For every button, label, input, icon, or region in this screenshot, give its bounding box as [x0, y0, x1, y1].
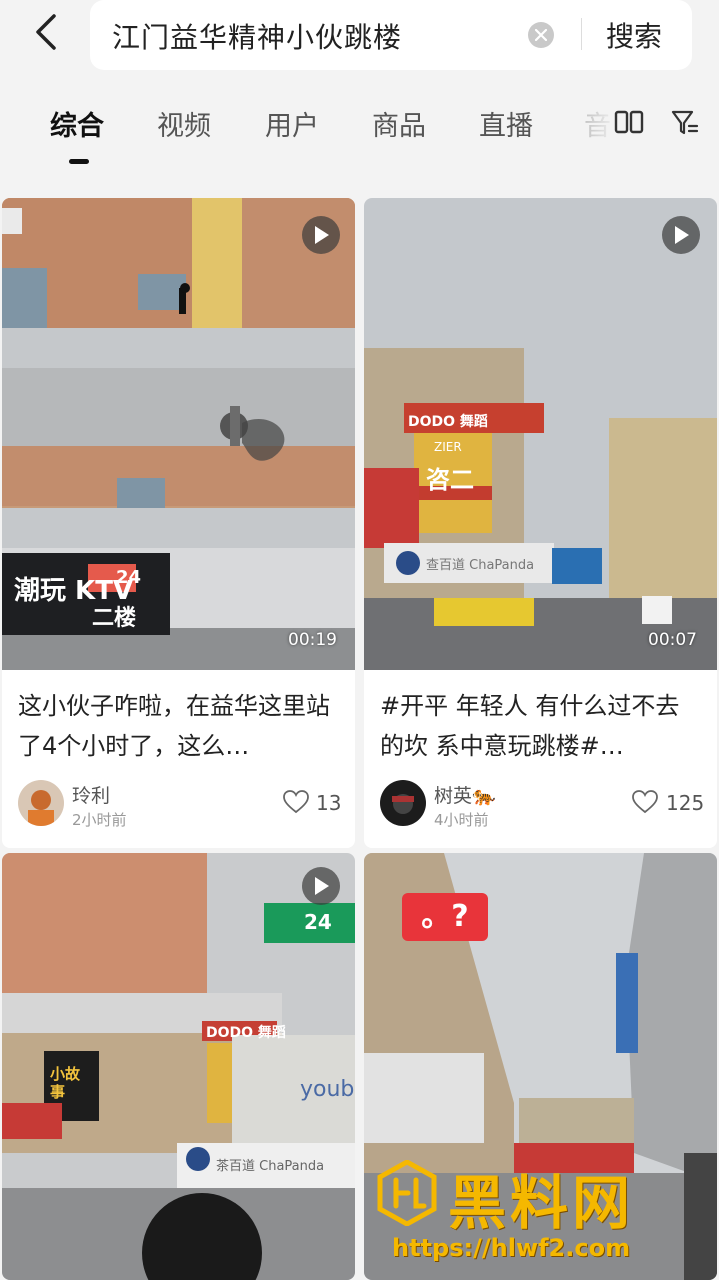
- thumb-sign-24: 24: [116, 567, 142, 588]
- question-badge: 。?: [402, 893, 488, 941]
- video-duration: 00:19: [288, 630, 337, 650]
- heart-icon[interactable]: [632, 790, 658, 814]
- post-time: 2小时前: [72, 811, 127, 829]
- thumb-sign-dodo: DODO 舞蹈: [408, 414, 488, 430]
- clear-icon[interactable]: [528, 22, 554, 48]
- thumb-sign-zier: 咨二: [426, 466, 474, 494]
- video-thumbnail[interactable]: 潮玩 KTV 二楼 24 00:19: [2, 198, 355, 670]
- post-time: 4小时前: [434, 811, 489, 829]
- avatar[interactable]: [18, 780, 64, 826]
- card-title[interactable]: #开平 年轻人 有什么过不去的坎 系中意玩跳楼#…: [380, 686, 702, 766]
- watermark: 黑料网 https://hlwf2.com: [376, 1156, 706, 1276]
- tab-products[interactable]: 商品: [372, 104, 426, 143]
- filter-icon[interactable]: [670, 108, 700, 138]
- author-name[interactable]: 树英🐅: [434, 781, 496, 808]
- video-card-2[interactable]: DODO 舞蹈 咨二 ZIER 查百道 ChaPanda 00:07 #开平 年…: [364, 198, 717, 848]
- thumbnail-image: [364, 198, 717, 670]
- thumb-sign-dodo: DODO 舞蹈: [206, 1025, 286, 1041]
- thumb-sign-chapanda: 茶百道 ChaPanda: [216, 1159, 325, 1174]
- tab-all[interactable]: 综合: [50, 104, 104, 143]
- video-thumbnail[interactable]: DODO 舞蹈 咨二 ZIER 查百道 ChaPanda 00:07: [364, 198, 717, 670]
- play-icon: [302, 216, 340, 254]
- author-name-text: 树英: [434, 785, 473, 807]
- tab-bar: 综合 视频 用户 商品 直播 音: [0, 96, 719, 176]
- card-title[interactable]: 这小伙子咋啦，在益华这里站了4个小时了，这么…: [18, 686, 340, 766]
- active-tab-indicator: [69, 159, 89, 164]
- tab-fade: [578, 96, 618, 152]
- play-icon: [302, 867, 340, 905]
- thumb-sign-youb: youb: [300, 1077, 355, 1102]
- thumb-sign-story: 小故事: [50, 1065, 81, 1101]
- like-count: 125: [666, 791, 705, 815]
- thumb-sign-chapanda: 查百道 ChaPanda: [426, 558, 535, 573]
- watermark-text: 黑料网: [448, 1169, 635, 1237]
- author-name[interactable]: 玲利: [72, 781, 110, 808]
- heart-icon[interactable]: [283, 790, 309, 814]
- search-input[interactable]: 江门益华精神小伙跳楼: [112, 16, 402, 56]
- thumb-sign-zier-en: ZIER: [434, 440, 462, 454]
- avatar[interactable]: [380, 780, 426, 826]
- watermark-logo-icon: [377, 1160, 437, 1226]
- video-thumbnail[interactable]: 24 DODO 舞蹈 小故事 youb 茶百道 ChaPanda: [2, 853, 355, 1280]
- watermark-url: https://hlwf2.com: [392, 1234, 631, 1262]
- author-emoji: 🐅: [472, 785, 496, 807]
- tab-users[interactable]: 用户: [265, 104, 319, 143]
- thumb-sign-floor: 二楼: [92, 606, 137, 631]
- divider: [581, 18, 582, 50]
- video-card-1[interactable]: 潮玩 KTV 二楼 24 00:19 这小伙子咋啦，在益华这里站了4个小时了，这…: [2, 198, 355, 848]
- video-card-3[interactable]: 24 DODO 舞蹈 小故事 youb 茶百道 ChaPanda: [2, 853, 355, 1280]
- like-count: 13: [316, 791, 342, 815]
- tab-video[interactable]: 视频: [157, 104, 211, 143]
- search-button[interactable]: 搜索: [606, 15, 662, 55]
- grid-view-icon[interactable]: [614, 108, 644, 138]
- video-duration: 00:07: [648, 630, 697, 650]
- play-icon: [662, 216, 700, 254]
- chevron-left-icon: [36, 14, 56, 50]
- search-box[interactable]: 江门益华精神小伙跳楼 搜索: [90, 0, 692, 70]
- back-button[interactable]: [28, 10, 68, 54]
- tab-live[interactable]: 直播: [479, 104, 533, 143]
- thumb-sign-24: 24: [304, 910, 332, 934]
- top-bar: 江门益华精神小伙跳楼 搜索: [0, 0, 719, 82]
